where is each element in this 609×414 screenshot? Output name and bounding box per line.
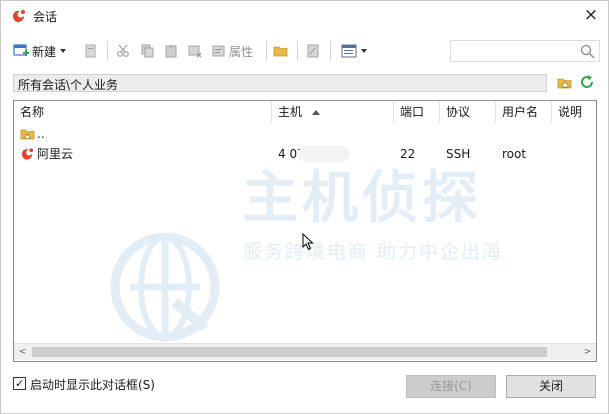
refresh-icon[interactable]	[579, 74, 595, 90]
column-label: 主机	[278, 105, 303, 119]
open-session-button[interactable]	[84, 40, 98, 62]
paste-button[interactable]	[164, 40, 178, 62]
search-icon[interactable]	[580, 44, 595, 59]
session-list: 名称 主机 端口 协议 用户名 说明 主机侦探 服务跨境电商 助力中企出海 ..	[13, 100, 597, 362]
column-header-protocol[interactable]: 协议	[440, 101, 496, 123]
path-bar[interactable]: 所有会话\个人业务	[13, 74, 547, 92]
view-options-button[interactable]	[341, 40, 367, 62]
cut-button[interactable]	[116, 40, 130, 62]
toolbar-separator	[266, 41, 267, 61]
copy-icon	[141, 44, 154, 58]
list-item-parent-folder[interactable]: ..	[14, 124, 596, 144]
new-session-label: 新建	[32, 44, 57, 59]
horizontal-scrollbar[interactable]: < >	[14, 343, 596, 360]
sort-ascending-icon	[312, 110, 321, 115]
list-view-icon	[341, 44, 357, 58]
session-name: ..	[37, 127, 45, 141]
watermark-brand: 主机侦探	[242, 166, 482, 231]
search-input[interactable]	[450, 40, 600, 62]
toolbar-separator	[297, 41, 298, 61]
protocol-cell: SSH	[446, 147, 471, 161]
startup-checkbox-label[interactable]: 启动时显示此对话框(S)	[30, 376, 155, 393]
column-header-name[interactable]: 名称	[14, 101, 272, 123]
session-name: 阿里云	[37, 147, 74, 161]
delete-session-icon	[188, 45, 202, 58]
xshell-logo-icon	[13, 10, 25, 22]
new-session-icon	[13, 44, 29, 56]
mouse-cursor-icon	[302, 233, 314, 251]
column-label: 说明	[558, 105, 583, 119]
window-title: 会话	[33, 10, 58, 24]
properties-label: 属性	[229, 44, 254, 59]
username-cell: root	[502, 147, 527, 161]
column-header-host[interactable]: 主机	[272, 101, 394, 123]
column-header-port[interactable]: 端口	[394, 101, 440, 123]
toolbar: 新建 属性	[1, 38, 608, 64]
column-header-description[interactable]: 说明	[552, 101, 596, 123]
close-button[interactable]: 关闭	[506, 375, 596, 398]
properties-button[interactable]: 属性	[212, 40, 253, 62]
title-bar: 会话 ×	[1, 1, 608, 31]
current-path: 所有会话\个人业务	[18, 78, 119, 92]
connect-button[interactable]: 连接(C)	[406, 375, 496, 398]
toolbar-separator	[107, 41, 108, 61]
column-label: 协议	[446, 105, 471, 119]
watermark-logo-icon	[110, 232, 220, 342]
scroll-right-button[interactable]: >	[579, 344, 596, 360]
window-close-button[interactable]: ×	[581, 5, 601, 25]
session-icon	[21, 148, 34, 160]
delete-button[interactable]	[188, 40, 202, 62]
sessions-dialog: 会话 × 新建 属性 所有会话\个人业务 名称 主机 端口 协议 用户名 说明 …	[0, 0, 609, 414]
export-button[interactable]	[306, 40, 320, 62]
column-label: 端口	[400, 105, 425, 119]
new-session-button[interactable]: 新建	[13, 40, 67, 62]
export-icon	[307, 44, 319, 58]
home-folder-icon[interactable]	[557, 75, 573, 89]
view-dropdown-icon[interactable]	[361, 49, 367, 53]
new-dropdown-icon[interactable]	[60, 49, 67, 53]
scroll-left-button[interactable]: <	[14, 344, 31, 360]
startup-checkbox[interactable]: ✓	[13, 377, 26, 390]
column-label: 用户名	[502, 105, 539, 119]
cut-icon	[117, 44, 129, 57]
watermark-tagline: 服务跨境电商 助力中企出海	[243, 241, 504, 263]
paste-icon	[165, 45, 177, 58]
column-label: 名称	[20, 105, 45, 119]
copy-button[interactable]	[140, 40, 154, 62]
port-cell: 22	[400, 147, 416, 161]
folder-icon	[273, 46, 288, 57]
session-file-icon	[85, 44, 96, 58]
column-header-username[interactable]: 用户名	[496, 101, 552, 123]
host-redaction	[298, 146, 350, 162]
folder-up-icon	[20, 129, 35, 140]
new-folder-button[interactable]	[273, 40, 289, 62]
scroll-thumb[interactable]	[32, 347, 547, 357]
toolbar-separator	[330, 41, 331, 61]
properties-icon	[212, 45, 225, 57]
checkmark-icon: ✓	[15, 377, 25, 390]
